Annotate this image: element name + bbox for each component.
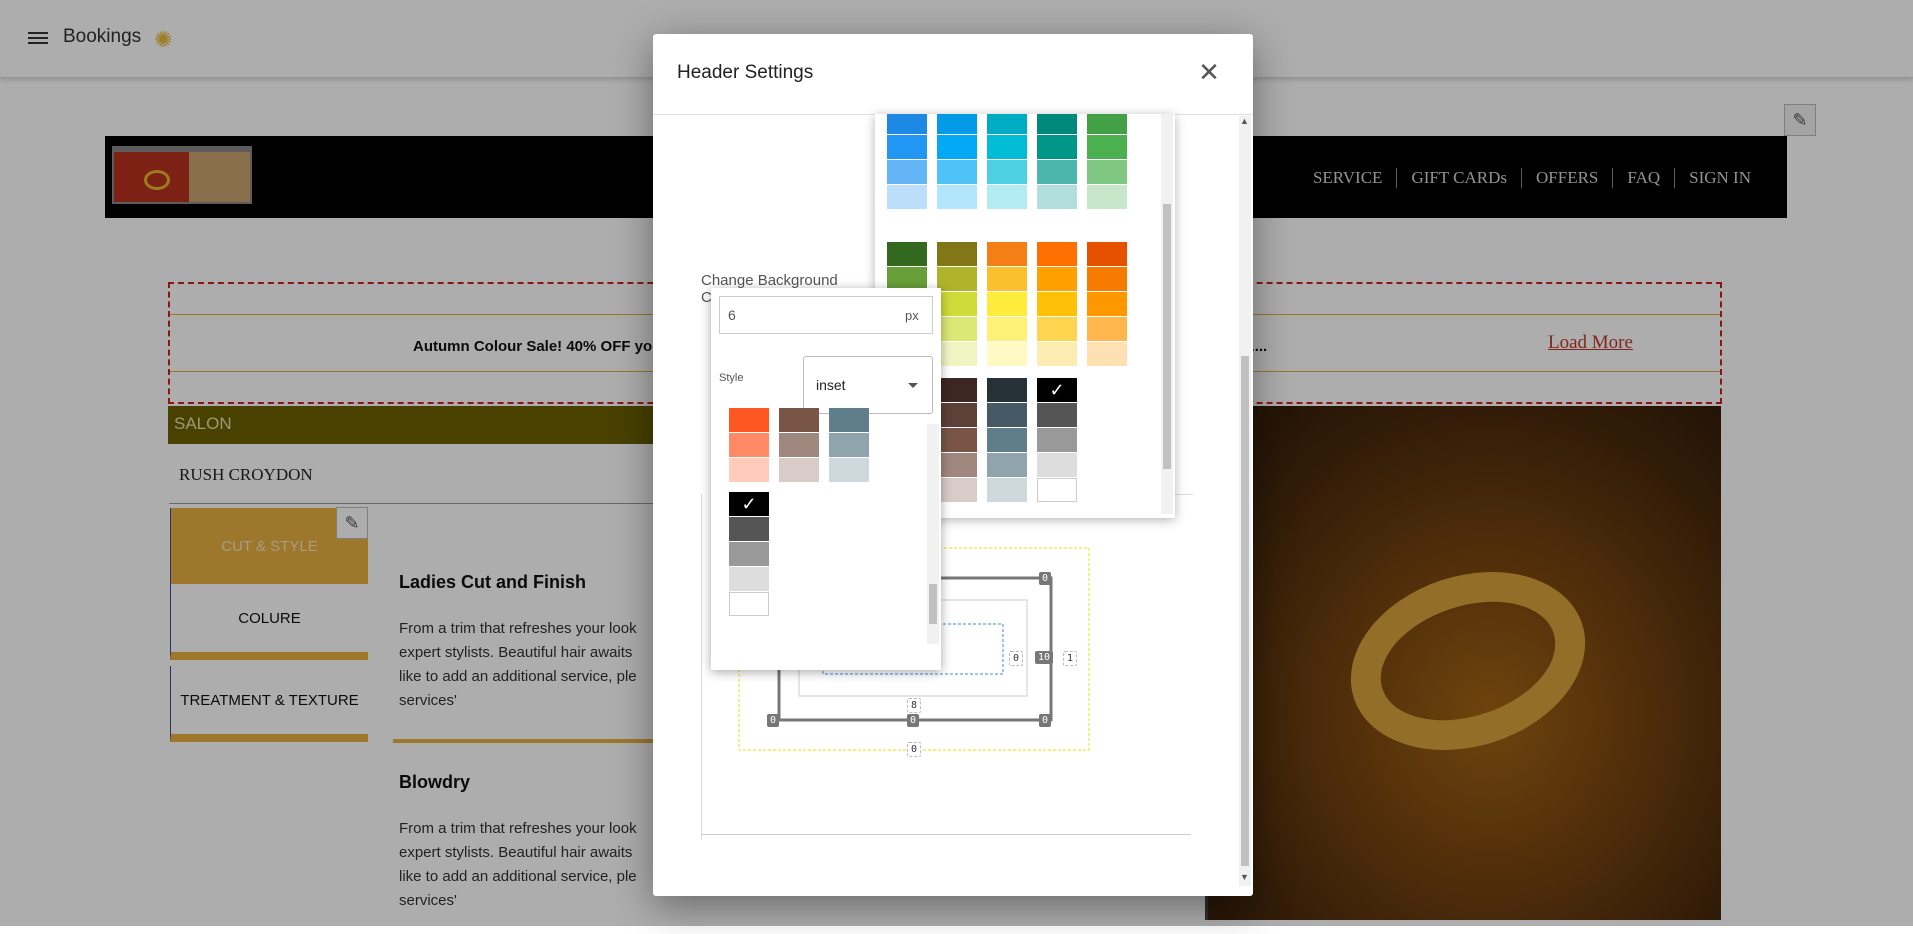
color-swatch[interactable] [1037,267,1077,291]
border-right-value[interactable]: 10 [1035,651,1054,664]
color-swatch[interactable] [937,317,977,341]
color-swatch[interactable] [1037,160,1077,184]
border-bottom-value[interactable]: 0 [907,714,920,727]
border-width-input[interactable]: 6 [719,296,933,334]
color-swatch[interactable] [1037,135,1077,159]
color-swatch[interactable] [887,242,927,266]
margin-bottom-value[interactable]: 0 [907,742,922,757]
border-width-unit: px [905,308,919,323]
color-swatch[interactable] [987,267,1027,291]
color-swatch[interactable] [1087,160,1127,184]
dialog-scrollbar[interactable]: ▲ ▼ [1239,116,1251,886]
border-style-select[interactable]: inset [803,356,933,414]
color-swatch[interactable] [887,185,927,209]
color-swatch[interactable] [1087,242,1127,266]
color-swatch[interactable] [887,160,927,184]
padding-right-value[interactable]: 0 [1009,651,1024,666]
change-background-text: Change Background [701,272,838,289]
close-icon[interactable]: ✕ [1193,56,1225,88]
color-swatch[interactable] [987,428,1027,452]
dialog-bottom-divider [701,834,1191,835]
color-swatch[interactable] [1037,342,1077,366]
border-style-label: Style [719,372,744,384]
color-swatch[interactable]: ✓ [729,492,769,516]
color-swatch[interactable] [779,408,819,432]
color-swatch[interactable] [937,342,977,366]
color-swatch[interactable] [987,114,1027,134]
header-settings-dialog: Header Settings ✕ Change Background C ✓ 0… [653,34,1253,896]
color-swatch[interactable] [779,458,819,482]
color-swatch[interactable] [829,458,869,482]
color-swatch[interactable] [987,135,1027,159]
color-swatch[interactable] [937,114,977,134]
color-swatch[interactable] [987,292,1027,316]
color-swatch[interactable] [987,317,1027,341]
color-swatch[interactable] [987,478,1027,502]
border-settings-popup: 6 px Style inset ✓ [711,288,941,670]
color-swatch[interactable]: ✓ [1037,378,1077,402]
color-swatch[interactable] [987,242,1027,266]
popup-palette-scrollbar[interactable] [927,424,939,644]
color-swatch[interactable] [937,378,977,402]
color-swatch[interactable] [937,478,977,502]
border-style-value: inset [816,377,846,393]
border-top-right-value[interactable]: 0 [1039,572,1052,585]
padding-bottom-value[interactable]: 8 [907,698,922,713]
color-swatch[interactable] [829,433,869,457]
color-swatch[interactable] [1087,114,1127,134]
color-swatch[interactable] [1087,317,1127,341]
color-swatch[interactable] [1087,292,1127,316]
color-swatch[interactable] [1037,478,1077,502]
color-swatch[interactable] [729,433,769,457]
margin-right-value[interactable]: 1 [1063,651,1078,666]
color-swatch[interactable] [1037,242,1077,266]
color-swatch[interactable] [1087,185,1127,209]
color-swatch[interactable] [729,458,769,482]
color-swatch[interactable] [937,292,977,316]
color-swatch[interactable] [987,342,1027,366]
palette-scrollbar[interactable] [1161,114,1173,514]
color-swatch[interactable] [987,160,1027,184]
color-swatch[interactable] [1087,342,1127,366]
color-swatch[interactable] [729,517,769,541]
color-swatch[interactable] [987,453,1027,477]
color-swatch[interactable] [1037,453,1077,477]
color-swatch[interactable] [1037,403,1077,427]
color-swatch[interactable] [987,185,1027,209]
dialog-title: Header Settings [677,62,814,83]
color-swatch[interactable] [1037,114,1077,134]
color-swatch[interactable] [937,185,977,209]
color-swatch[interactable] [937,135,977,159]
color-swatch[interactable] [1037,317,1077,341]
section-divider-vertical [701,494,702,840]
color-swatch[interactable] [987,378,1027,402]
color-swatch[interactable] [937,242,977,266]
border-bottom-left-value[interactable]: 0 [767,714,780,727]
color-swatch[interactable] [887,135,927,159]
color-swatch[interactable] [729,567,769,591]
color-swatch[interactable] [729,592,769,616]
color-swatch[interactable] [1037,428,1077,452]
color-swatch[interactable] [937,403,977,427]
color-swatch[interactable] [1037,292,1077,316]
color-swatch[interactable] [937,453,977,477]
color-swatch[interactable] [779,433,819,457]
color-swatch[interactable] [987,403,1027,427]
color-swatch[interactable] [937,428,977,452]
color-swatch[interactable] [887,114,927,134]
color-swatch[interactable] [937,160,977,184]
color-swatch[interactable] [1087,267,1127,291]
color-swatch[interactable] [729,408,769,432]
color-swatch[interactable] [829,408,869,432]
color-swatch[interactable] [1037,185,1077,209]
border-bottom-right-value[interactable]: 0 [1039,714,1052,727]
color-swatch[interactable] [729,542,769,566]
color-swatch[interactable] [1087,135,1127,159]
chevron-down-icon [908,383,918,388]
color-swatch[interactable] [937,267,977,291]
